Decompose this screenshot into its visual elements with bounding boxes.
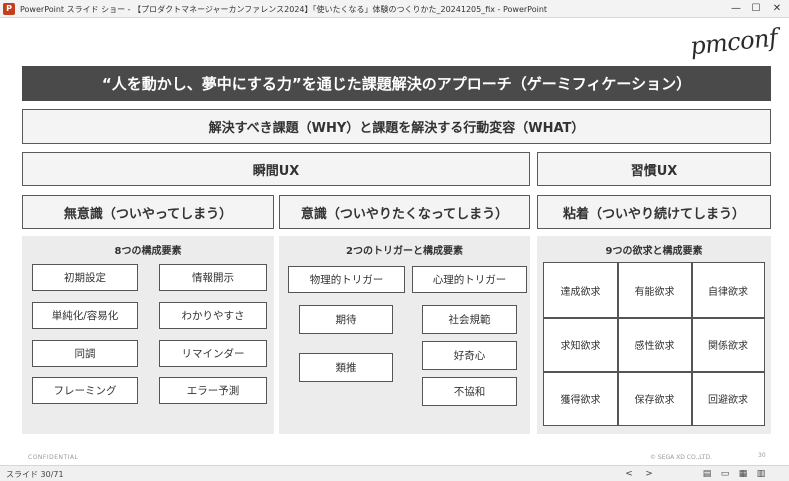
element-item: 同調 bbox=[32, 340, 138, 367]
psychological-trigger-box: 心理的トリガー bbox=[412, 266, 527, 293]
desire-cell: 求知欲求 bbox=[560, 341, 601, 352]
slide-sorter-icon[interactable]: ▭ bbox=[718, 468, 732, 480]
desire-cell: 達成欲求 bbox=[560, 286, 601, 298]
desire-cell: 回避欲求 bbox=[708, 395, 748, 406]
powerpoint-app-icon: P bbox=[3, 3, 15, 15]
trigger-element: 不協和 bbox=[422, 377, 517, 406]
desire-cell: 関係欲求 bbox=[708, 341, 748, 352]
trigger-element: 類推 bbox=[299, 353, 393, 382]
close-button[interactable]: ✕ bbox=[769, 2, 785, 16]
slide-page-number: 30 bbox=[758, 452, 766, 459]
confidential-label: CONFIDENTIAL bbox=[28, 454, 79, 461]
element-item: 情報開示 bbox=[159, 264, 267, 291]
slideshow-icon[interactable]: ▥ bbox=[754, 468, 768, 480]
habit-ux-box: 習慣UX bbox=[537, 152, 771, 186]
slide-counter: スライド 30/71 bbox=[6, 470, 64, 479]
maximize-button[interactable]: ☐ bbox=[748, 2, 764, 16]
window-title: PowerPoint スライド ショー - 【プロダクトマネージャーカンファレン… bbox=[20, 5, 548, 14]
normal-view-icon[interactable]: ▤ bbox=[700, 468, 714, 480]
copyright-label: © SEGA XD CO.,LTD. bbox=[650, 454, 712, 461]
element-item: リマインダー bbox=[159, 340, 267, 367]
desires-grid: 達成欲求 有能欲求 自律欲求 求知欲求 感性欲求 関係欲求 獲得欲求 保存欲求 … bbox=[543, 262, 765, 426]
minimize-button[interactable]: — bbox=[728, 2, 744, 16]
pmconf-logo: pmconf bbox=[688, 23, 779, 61]
previous-slide-icon[interactable]: < bbox=[622, 468, 636, 480]
sticky-box: 粘着（ついやり続けてしまう） bbox=[537, 195, 771, 229]
desire-cell: 感性欲求 bbox=[634, 341, 675, 352]
element-item: フレーミング bbox=[32, 377, 138, 404]
next-slide-icon[interactable]: > bbox=[642, 468, 656, 480]
element-item: 初期設定 bbox=[32, 264, 138, 291]
panel-title: 9つの欲求と構成要素 bbox=[605, 246, 703, 257]
desire-cell: 自律欲求 bbox=[708, 286, 748, 298]
element-item: エラー予測 bbox=[159, 377, 267, 404]
conscious-box: 意識（ついやりたくなってしまう） bbox=[279, 195, 530, 229]
statusbar: スライド 30/71 < > ▤ ▭ ▦ ▥ bbox=[0, 465, 789, 481]
trigger-element: 好奇心 bbox=[422, 341, 517, 370]
slide-canvas[interactable]: pmconf “人を動かし、夢中にする力”を通じた課題解決のアプローチ（ゲーミフ… bbox=[0, 18, 789, 465]
problem-box: 解決すべき課題（WHY）と課題を解決する行動変容（WHAT） bbox=[22, 109, 771, 144]
panel-title: 8つの構成要素 bbox=[114, 246, 182, 257]
trigger-element: 期待 bbox=[299, 305, 393, 334]
physical-trigger-box: 物理的トリガー bbox=[288, 266, 405, 293]
panel-title: 2つのトリガーと構成要素 bbox=[346, 246, 463, 257]
desire-cell: 有能欲求 bbox=[634, 286, 675, 298]
element-item: わかりやすさ bbox=[159, 302, 267, 329]
unconscious-box: 無意識（ついやってしまう） bbox=[22, 195, 274, 229]
element-item: 単純化/容易化 bbox=[32, 302, 138, 329]
trigger-element: 社会規範 bbox=[422, 305, 517, 334]
instant-ux-box: 瞬間UX bbox=[22, 152, 530, 186]
window-titlebar: P PowerPoint スライド ショー - 【プロダクトマネージャーカンファ… bbox=[0, 0, 789, 18]
desire-cell: 獲得欲求 bbox=[560, 395, 601, 406]
reading-view-icon[interactable]: ▦ bbox=[736, 468, 750, 480]
slide-title-banner: “人を動かし、夢中にする力”を通じた課題解決のアプローチ（ゲーミフィケーション） bbox=[22, 66, 771, 101]
desire-cell: 保存欲求 bbox=[634, 395, 675, 406]
